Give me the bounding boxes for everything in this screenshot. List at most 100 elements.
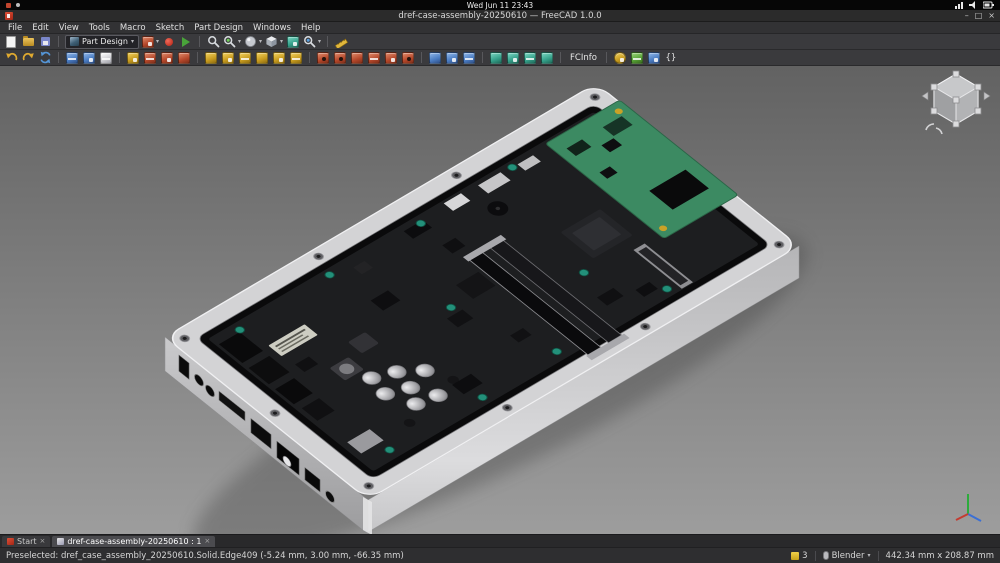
- replace-link-icon[interactable]: [82, 51, 96, 65]
- linear-pattern-icon[interactable]: [445, 51, 459, 65]
- view-selection-dropdown[interactable]: ▾: [303, 35, 321, 48]
- menu-part-design[interactable]: Part Design: [189, 23, 248, 33]
- additive-primitive-icon[interactable]: [289, 51, 303, 65]
- notifications-indicator[interactable]: 3: [791, 551, 808, 561]
- hole-icon[interactable]: [333, 51, 347, 65]
- mouse-icon: [822, 551, 829, 560]
- menu-sketch[interactable]: Sketch: [151, 23, 190, 33]
- close-tab-icon[interactable]: ×: [40, 538, 46, 545]
- create-body-icon[interactable]: [126, 51, 140, 65]
- chevron-down-icon: ▾: [318, 37, 322, 45]
- freecad-icon: [7, 538, 14, 545]
- expression-editor-label: {}: [665, 52, 677, 63]
- axis-cross: [955, 494, 982, 522]
- menu-help[interactable]: Help: [296, 23, 325, 33]
- menu-edit[interactable]: Edit: [27, 23, 53, 33]
- mirror-icon[interactable]: [428, 51, 442, 65]
- tab-start[interactable]: Start ×: [2, 536, 51, 547]
- new-document-icon[interactable]: [4, 35, 18, 49]
- zoom-dropdown[interactable]: ▾: [223, 35, 241, 48]
- rotate-right-arrow-icon[interactable]: [983, 91, 991, 101]
- fit-all-icon[interactable]: [206, 35, 220, 49]
- screen: Wed Jun 11 23:43 dref-case-assembly-2025…: [0, 0, 1000, 563]
- warning-icon: [791, 551, 800, 560]
- status-bar: Preselected: dref_case_assembly_20250610…: [0, 547, 1000, 563]
- additive-pipe-icon[interactable]: [255, 51, 269, 65]
- navigation-cube[interactable]: [918, 68, 994, 138]
- tab-document[interactable]: dref-case-assembly-20250610 : 1 ×: [52, 536, 216, 547]
- window-titlebar[interactable]: dref-case-assembly-20250610 — FreeCAD 1.…: [0, 10, 1000, 22]
- system-tray[interactable]: [955, 1, 994, 9]
- sketch-tools-dropdown[interactable]: ▾: [141, 35, 159, 48]
- thickness-icon[interactable]: [540, 51, 554, 65]
- draw-style-icon: [245, 36, 256, 47]
- edit-sketch-icon[interactable]: [160, 51, 174, 65]
- pocket-icon[interactable]: [316, 51, 330, 65]
- pad-icon[interactable]: [204, 51, 218, 65]
- status-message: Preselected: dref_case_assembly_20250610…: [6, 550, 404, 561]
- menu-bar: File Edit View Tools Macro Sketch Part D…: [0, 22, 1000, 34]
- refresh-icon[interactable]: [38, 51, 52, 65]
- redo-icon[interactable]: [21, 51, 35, 65]
- expression-editor-button[interactable]: {}: [664, 51, 678, 65]
- chevron-down-icon: ▾: [259, 37, 263, 45]
- clock[interactable]: Wed Jun 11 23:43: [0, 1, 1000, 10]
- navigation-style-selector[interactable]: Blender ▾: [822, 551, 871, 561]
- additive-loft-icon[interactable]: [238, 51, 252, 65]
- draw-style-dropdown[interactable]: ▾: [244, 35, 262, 48]
- menu-view[interactable]: View: [54, 23, 84, 33]
- polar-pattern-icon[interactable]: [462, 51, 476, 65]
- chamfer-icon[interactable]: [506, 51, 520, 65]
- save-icon[interactable]: [38, 35, 52, 49]
- network-icon[interactable]: [955, 1, 964, 9]
- window-title: dref-case-assembly-20250610 — FreeCAD 1.…: [398, 10, 602, 21]
- groove-icon[interactable]: [350, 51, 364, 65]
- rotate-cw-icon[interactable]: [935, 127, 943, 135]
- map-sketch-icon[interactable]: [177, 51, 191, 65]
- zoom-icon: [224, 36, 236, 48]
- close-tab-icon[interactable]: ×: [204, 538, 210, 545]
- volume-icon[interactable]: [969, 1, 978, 9]
- workbench-selector[interactable]: Part Design ▾: [65, 34, 139, 49]
- maximize-button[interactable]: □: [975, 11, 983, 20]
- 3d-model[interactable]: [0, 66, 1000, 534]
- spreadsheet-icon[interactable]: [630, 51, 644, 65]
- menu-file[interactable]: File: [3, 23, 27, 33]
- fcinfo-button[interactable]: FCInfo: [567, 53, 600, 63]
- macro-record-icon[interactable]: [162, 35, 176, 49]
- view-isometric-dropdown[interactable]: ▾: [265, 35, 283, 48]
- menu-macro[interactable]: Macro: [115, 23, 151, 33]
- menu-tools[interactable]: Tools: [84, 23, 115, 33]
- subtractive-pipe-icon[interactable]: [384, 51, 398, 65]
- revolution-icon[interactable]: [221, 51, 235, 65]
- minimize-button[interactable]: –: [965, 11, 969, 20]
- macro-run-icon[interactable]: [647, 51, 661, 65]
- sync-view-icon[interactable]: [286, 35, 300, 49]
- additive-helix-icon[interactable]: [272, 51, 286, 65]
- close-button[interactable]: ×: [988, 11, 995, 20]
- open-document-icon[interactable]: [21, 35, 35, 49]
- create-sketch-icon[interactable]: [143, 51, 157, 65]
- subtractive-loft-icon[interactable]: [367, 51, 381, 65]
- viewport-dimensions: 442.34 mm x 208.87 mm: [886, 551, 994, 561]
- document-tab-bar: Start × dref-case-assembly-20250610 : 1 …: [0, 534, 1000, 547]
- measure-icon[interactable]: [334, 35, 348, 49]
- 3d-viewport[interactable]: [0, 66, 1000, 534]
- subtractive-primitive-icon[interactable]: [401, 51, 415, 65]
- macro-execute-icon[interactable]: [179, 35, 193, 49]
- undo-icon[interactable]: [4, 51, 18, 65]
- menu-windows[interactable]: Windows: [248, 23, 296, 33]
- fillet-icon[interactable]: [489, 51, 503, 65]
- macro-bomb-icon[interactable]: [613, 51, 627, 65]
- document-icon: [57, 538, 65, 545]
- draft-icon[interactable]: [523, 51, 537, 65]
- rotate-left-arrow-icon[interactable]: [921, 91, 929, 101]
- zoom-selection-icon: [304, 36, 316, 48]
- workbench-selected-label: Part Design: [82, 37, 128, 46]
- paste-icon[interactable]: [99, 51, 113, 65]
- link-icon[interactable]: [65, 51, 79, 65]
- rotate-ccw-icon[interactable]: [925, 123, 935, 131]
- system-bar: Wed Jun 11 23:43: [0, 0, 1000, 10]
- chevron-down-icon: ▾: [238, 37, 242, 45]
- battery-icon[interactable]: [983, 1, 994, 9]
